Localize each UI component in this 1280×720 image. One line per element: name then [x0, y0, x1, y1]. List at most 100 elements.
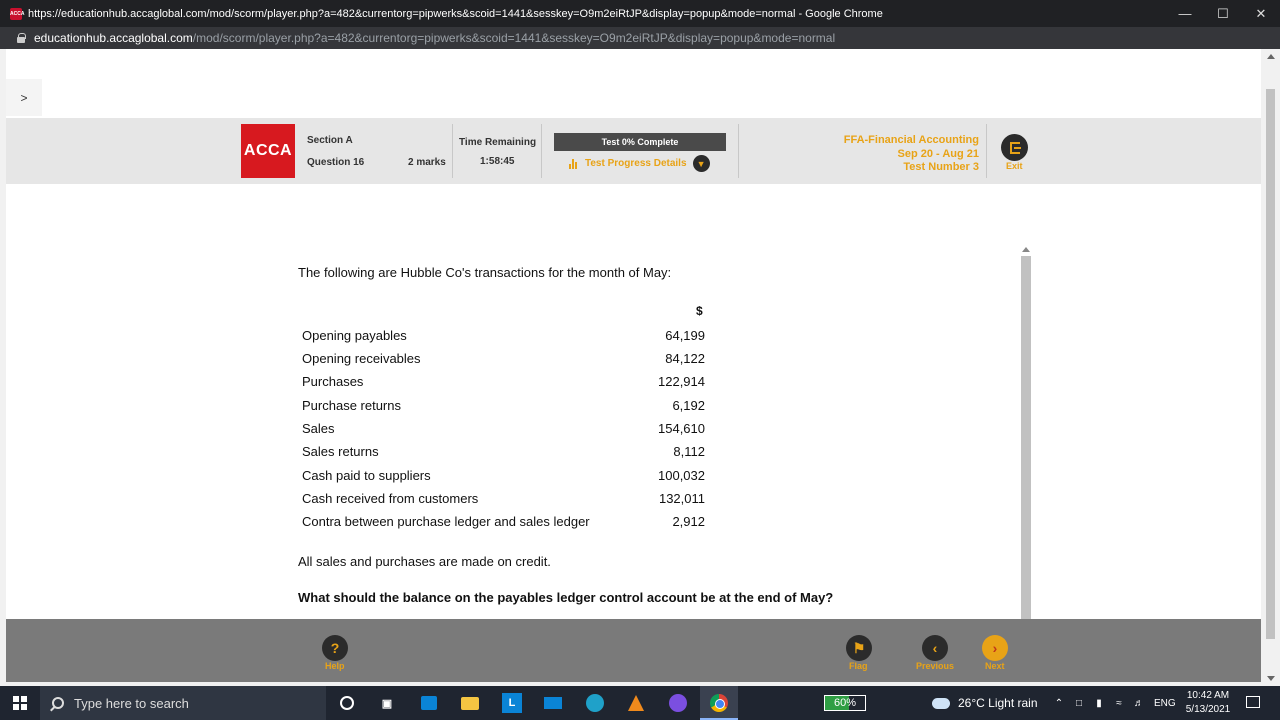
transaction-value: 64,199 — [665, 328, 705, 343]
question-panel: The following are Hubble Co's transactio… — [6, 184, 1261, 668]
flag-icon: ⚑ — [852, 639, 866, 656]
time-remaining-value: 1:58:45 — [480, 156, 515, 167]
minimize-icon[interactable]: — — [1166, 0, 1204, 27]
test-number: Test Number 3 — [903, 161, 979, 173]
exam-footer: ? Help ⚑ Flag ‹ Previous › Next — [6, 619, 1261, 682]
transaction-value: 2,912 — [672, 514, 705, 529]
mail-icon[interactable] — [543, 693, 563, 713]
file-explorer-icon[interactable] — [460, 693, 480, 713]
transaction-value: 122,914 — [658, 374, 705, 389]
acca-logo: ACCA — [241, 124, 295, 178]
bar-chart-icon — [569, 158, 579, 169]
url-path: /mod/scorm/player.php?a=482&currentorg=p… — [192, 31, 836, 45]
transaction-label: Sales returns — [302, 444, 379, 459]
transaction-label: Purchases — [302, 374, 364, 389]
exit-door-icon — [1009, 141, 1021, 154]
search-icon — [52, 697, 64, 709]
chrome-icon[interactable] — [709, 693, 729, 713]
store-icon[interactable] — [419, 693, 439, 713]
header-divider — [452, 124, 453, 178]
progress-text: Test 0% Complete — [601, 137, 679, 147]
acca-favicon-icon: ACCA — [10, 7, 24, 20]
help-button[interactable]: ? — [322, 635, 348, 661]
cloud-rain-icon — [932, 697, 950, 709]
transaction-value: 154,610 — [658, 421, 705, 436]
question-mark-icon: ? — [330, 640, 340, 656]
url-domain: educationhub.accaglobal.com — [34, 31, 193, 45]
transaction-value: 100,032 — [658, 468, 705, 483]
scrollbar-thumb[interactable] — [1266, 89, 1275, 639]
flag-label: Flag — [849, 661, 868, 671]
maximize-icon[interactable]: ☐ — [1204, 0, 1242, 27]
next-label: Next — [985, 661, 1005, 671]
windows-taskbar: Type here to search ▣ L 60% 26°C Light r… — [0, 686, 1280, 720]
chevron-right-icon: › — [992, 640, 998, 656]
close-icon[interactable]: ✕ — [1242, 0, 1280, 27]
next-button[interactable]: › — [982, 635, 1008, 661]
vlc-icon[interactable] — [626, 693, 646, 713]
transaction-value: 6,192 — [672, 398, 705, 413]
language-indicator[interactable]: ENG — [1154, 698, 1176, 709]
address-bar[interactable]: educationhub.accaglobal.com /mod/scorm/p… — [0, 27, 1280, 49]
clock-date: 5/13/2021 — [1185, 704, 1231, 715]
search-placeholder: Type here to search — [74, 695, 189, 711]
window-title: https://educationhub.accaglobal.com/mod/… — [28, 7, 883, 20]
scroll-down-icon[interactable] — [1267, 676, 1275, 681]
sidebar-toggle-button[interactable]: > — [6, 79, 42, 116]
start-button[interactable] — [0, 686, 40, 720]
l-app-icon[interactable]: L — [502, 693, 522, 713]
battery-icon[interactable]: ▮ — [1094, 698, 1104, 709]
test-progress-bar: Test 0% Complete — [554, 133, 726, 151]
previous-label: Previous — [916, 661, 955, 671]
weather-widget[interactable]: 26°C Light rain — [932, 686, 1038, 720]
edge-icon[interactable] — [585, 693, 605, 713]
transaction-value: 84,122 — [665, 351, 705, 366]
scroll-up-icon[interactable] — [1267, 54, 1275, 59]
transaction-label: Contra between purchase ledger and sales… — [302, 514, 590, 529]
question-note: All sales and purchases are made on cred… — [298, 554, 551, 569]
header-divider — [738, 124, 739, 178]
question-scrollbar[interactable] — [1020, 246, 1032, 658]
transaction-value: 8,112 — [673, 444, 705, 459]
marks-label: 2 marks — [408, 157, 446, 168]
exam-header: ACCA Section A Question 16 2 marks Time … — [6, 118, 1261, 184]
previous-button[interactable]: ‹ — [922, 635, 948, 661]
transaction-label: Cash paid to suppliers — [302, 468, 431, 483]
browser-title-bar: ACCA https://educationhub.accaglobal.com… — [0, 0, 1280, 27]
exit-button[interactable] — [1001, 134, 1028, 161]
transaction-label: Sales — [302, 421, 335, 436]
chevron-left-icon: ‹ — [932, 640, 938, 656]
volume-icon[interactable]: ♬ — [1134, 698, 1144, 709]
notification-icon[interactable] — [1246, 696, 1260, 708]
taskbar-search[interactable]: Type here to search — [40, 686, 326, 720]
cortana-icon[interactable] — [337, 693, 357, 713]
currency-column-header: $ — [696, 304, 703, 318]
page-viewport: > ACCA Section A Question 16 2 marks Tim… — [0, 49, 1280, 686]
course-dates: Sep 20 - Aug 21 — [897, 148, 979, 160]
exit-label: Exit — [1006, 161, 1023, 171]
task-view-icon[interactable]: ▣ — [377, 693, 397, 713]
help-label: Help — [325, 661, 345, 671]
scrollbar-thumb[interactable] — [1021, 256, 1031, 636]
lock-icon — [16, 33, 26, 43]
header-divider — [541, 124, 542, 178]
scroll-up-icon[interactable] — [1022, 247, 1030, 252]
section-label: Section A — [307, 135, 353, 146]
chevron-down-icon[interactable]: ▼ — [692, 155, 710, 172]
time-remaining-label: Time Remaining — [459, 137, 537, 148]
weather-text: 26°C Light rain — [958, 696, 1038, 710]
clock-time: 10:42 AM — [1186, 690, 1230, 701]
transaction-label: Opening payables — [302, 328, 407, 343]
wifi-icon[interactable]: ≈ — [1114, 698, 1124, 709]
transaction-label: Cash received from customers — [302, 491, 479, 506]
teams-icon[interactable] — [668, 693, 688, 713]
transaction-label: Purchase returns — [302, 398, 401, 413]
meet-now-icon[interactable]: □ — [1074, 698, 1084, 709]
taskbar-clock[interactable]: 10:42 AM 5/13/2021 — [1180, 689, 1236, 717]
battery-percent: 60% — [833, 697, 857, 709]
battery-indicator[interactable]: 60% — [824, 695, 866, 711]
page-scrollbar[interactable] — [1261, 49, 1280, 686]
chevron-up-icon[interactable]: ⌃ — [1054, 698, 1064, 709]
test-progress-details-button[interactable]: Test Progress Details ▼ — [569, 155, 710, 172]
flag-button[interactable]: ⚑ — [846, 635, 872, 661]
